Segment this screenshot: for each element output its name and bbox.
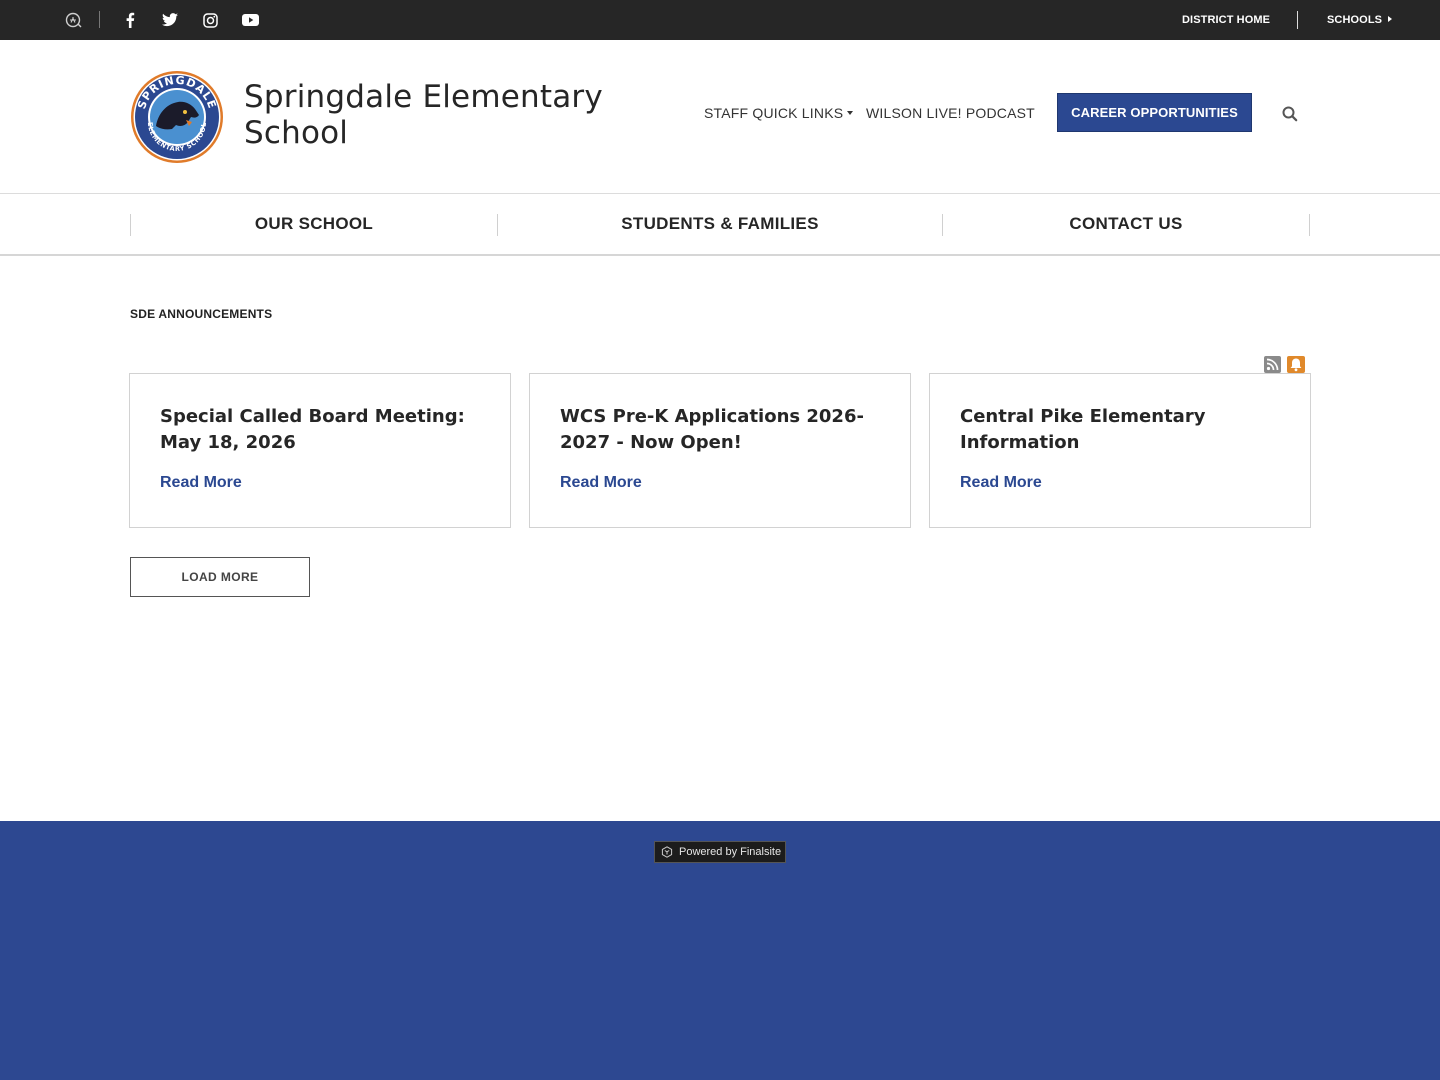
announcement-card: WCS Pre-K Applications 2026-2027 - Now O… <box>529 373 911 528</box>
caret-right-icon <box>1388 16 1393 22</box>
staff-quick-links-label: STAFF QUICK LINKS <box>704 105 844 121</box>
utility-bar: DISTRICT HOME SCHOOLS <box>0 0 1440 40</box>
bell-icon[interactable] <box>1287 356 1305 373</box>
facebook-icon[interactable] <box>121 11 139 29</box>
nav-students-families[interactable]: STUDENTS & FAMILIES <box>498 194 942 254</box>
announcement-title[interactable]: Central Pike Elementary Information <box>960 404 1290 456</box>
chevron-down-icon <box>847 111 854 115</box>
announcement-title[interactable]: Special Called Board Meeting: May 18, 20… <box>160 404 490 456</box>
twitter-icon[interactable] <box>161 11 179 29</box>
schools-dropdown[interactable]: SCHOOLS <box>1327 14 1393 26</box>
utility-divider <box>1297 11 1298 29</box>
footer: Powered by Finalsite <box>0 821 1440 1080</box>
youtube-icon[interactable] <box>241 11 259 29</box>
main-navigation: OUR SCHOOL STUDENTS & FAMILIES CONTACT U… <box>0 194 1440 256</box>
rss-icon[interactable] <box>1264 356 1281 373</box>
powered-by-label: Powered by Finalsite <box>679 846 782 858</box>
announcement-card: Special Called Board Meeting: May 18, 20… <box>129 373 511 528</box>
search-icon[interactable] <box>1281 105 1299 123</box>
translate-icon[interactable] <box>65 11 83 29</box>
staff-quick-links-dropdown[interactable]: STAFF QUICK LINKS <box>704 105 854 121</box>
district-home-link[interactable]: DISTRICT HOME <box>1182 14 1270 26</box>
school-name[interactable]: Springdale Elementary School <box>244 79 644 151</box>
nav-contact-us[interactable]: CONTACT US <box>943 194 1309 254</box>
nav-our-school[interactable]: OUR SCHOOL <box>131 194 497 254</box>
schools-label: SCHOOLS <box>1327 14 1383 26</box>
finalsite-icon <box>661 846 673 858</box>
load-more-button[interactable]: LOAD MORE <box>130 557 310 597</box>
career-opportunities-button[interactable]: CAREER OPPORTUNITIES <box>1057 93 1252 132</box>
podcast-link[interactable]: WILSON LIVE! PODCAST <box>866 105 1035 121</box>
topbar-divider <box>99 11 100 28</box>
nav-divider <box>1309 214 1310 236</box>
read-more-link[interactable]: Read More <box>560 474 642 492</box>
powered-by-finalsite-badge[interactable]: Powered by Finalsite <box>654 841 786 863</box>
announcement-title[interactable]: WCS Pre-K Applications 2026-2027 - Now O… <box>560 404 890 456</box>
read-more-link[interactable]: Read More <box>960 474 1042 492</box>
announcement-card: Central Pike Elementary Information Read… <box>929 373 1311 528</box>
read-more-link[interactable]: Read More <box>160 474 242 492</box>
school-logo[interactable]: SPRINGDALE ELEMENTARY SCHOOL <box>130 70 224 164</box>
section-title: SDE ANNOUNCEMENTS <box>130 307 273 321</box>
instagram-icon[interactable] <box>201 11 219 29</box>
